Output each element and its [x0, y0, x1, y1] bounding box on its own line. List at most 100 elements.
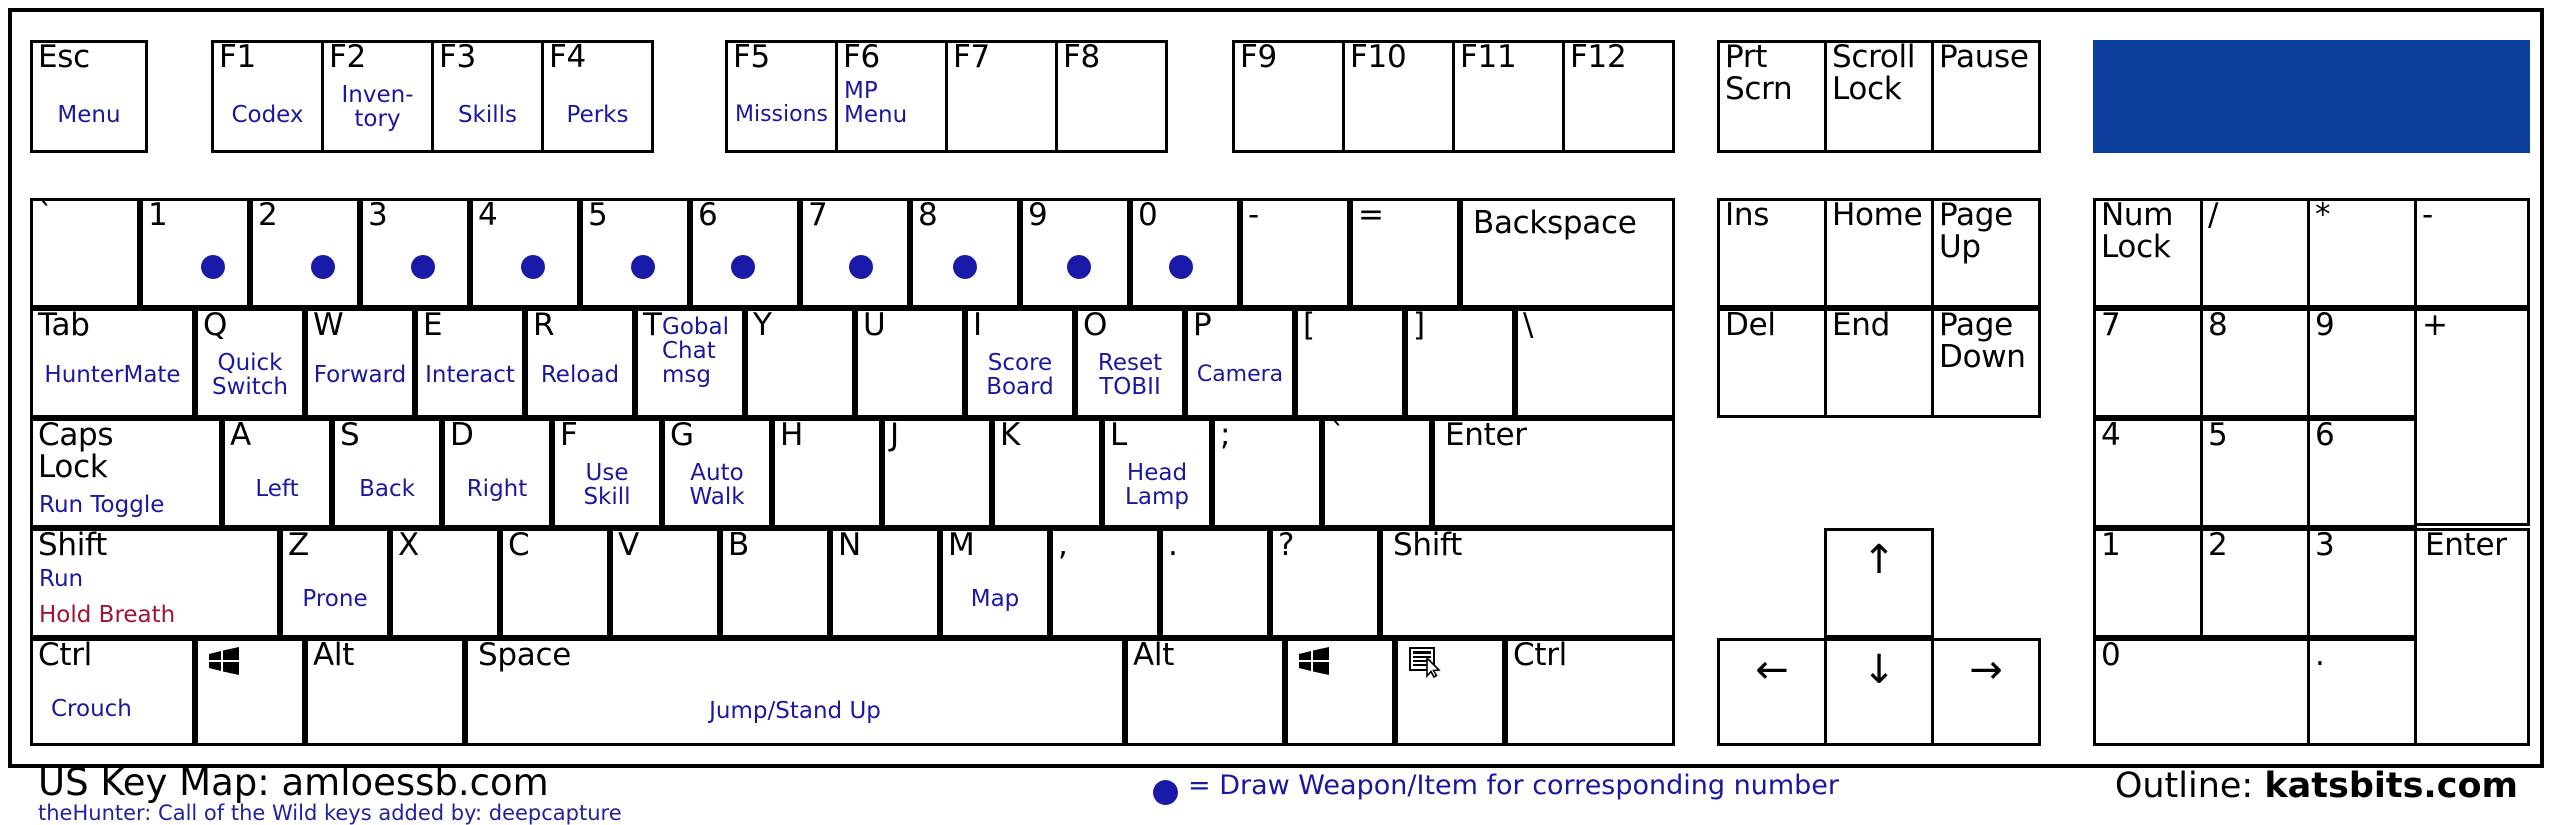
key-ctrl-right[interactable]: Ctrl [1505, 638, 1675, 746]
key-f5[interactable]: F5 Missions [725, 40, 838, 153]
key-num-lock[interactable]: Num Lock [2093, 198, 2203, 308]
key-f11[interactable]: F11 [1452, 40, 1565, 153]
key-q[interactable]: Q Quick Switch [195, 308, 305, 418]
key-alt-left[interactable]: Alt [305, 638, 465, 746]
key-numpad-8[interactable]: 8 [2200, 308, 2310, 418]
key-comma[interactable]: , [1050, 528, 1160, 638]
key-arrow-left[interactable]: ← [1717, 638, 1827, 746]
key-windows-left[interactable] [195, 638, 305, 746]
key-numpad-2[interactable]: 2 [2200, 528, 2310, 638]
key-home[interactable]: Home [1824, 198, 1934, 308]
key-caps-lock[interactable]: Caps Lock Run Toggle [30, 418, 222, 528]
key-p[interactable]: P Camera [1185, 308, 1295, 418]
key-f4[interactable]: F4 Perks [541, 40, 654, 153]
key-shift-right[interactable]: Shift [1380, 528, 1675, 638]
key-e[interactable]: E Interact [415, 308, 525, 418]
key-k[interactable]: K [992, 418, 1102, 528]
key-f12[interactable]: F12 [1562, 40, 1675, 153]
key-alt-right[interactable]: Alt [1125, 638, 1285, 746]
key-insert[interactable]: Ins [1717, 198, 1827, 308]
key-space[interactable]: Space Jump/Stand Up [465, 638, 1125, 746]
key-0[interactable]: 0 [1130, 198, 1240, 308]
key-numpad-6[interactable]: 6 [2307, 418, 2417, 528]
key-enter[interactable]: Enter [1432, 418, 1675, 528]
key-shift-left[interactable]: Shift Run Hold Breath [30, 528, 280, 638]
key-delete[interactable]: Del [1717, 308, 1827, 418]
key-numpad-plus[interactable]: + [2414, 308, 2530, 526]
key-minus[interactable]: - [1240, 198, 1350, 308]
key-r[interactable]: R Reload [525, 308, 635, 418]
key-numpad-0[interactable]: 0 [2093, 638, 2310, 746]
key-f3[interactable]: F3 Skills [431, 40, 544, 153]
key-d[interactable]: D Right [442, 418, 552, 528]
key-pause[interactable]: Pause [1931, 40, 2041, 153]
key-3[interactable]: 3 [360, 198, 470, 308]
key-numpad-9[interactable]: 9 [2307, 308, 2417, 418]
key-u[interactable]: U [855, 308, 965, 418]
key-9[interactable]: 9 [1020, 198, 1130, 308]
key-bracket-right[interactable]: ] [1405, 308, 1515, 418]
key-f9[interactable]: F9 [1232, 40, 1345, 153]
key-tab[interactable]: Tab HunterMate [30, 308, 195, 418]
key-backslash[interactable]: \ [1515, 308, 1675, 418]
key-f2[interactable]: F2 Inven- tory [321, 40, 434, 153]
key-z[interactable]: Z Prone [280, 528, 390, 638]
key-b[interactable]: B [720, 528, 830, 638]
key-numpad-1[interactable]: 1 [2093, 528, 2203, 638]
key-numpad-enter[interactable]: Enter [2414, 528, 2530, 746]
key-arrow-right[interactable]: → [1931, 638, 2041, 746]
key-5[interactable]: 5 [580, 198, 690, 308]
key-period[interactable]: . [1160, 528, 1270, 638]
key-page-up[interactable]: Page Up [1931, 198, 2041, 308]
key-f8[interactable]: F8 [1055, 40, 1168, 153]
key-semicolon[interactable]: ; [1212, 418, 1322, 528]
key-f10[interactable]: F10 [1342, 40, 1455, 153]
key-esc[interactable]: Esc Menu [30, 40, 148, 153]
key-7[interactable]: 7 [800, 198, 910, 308]
key-h[interactable]: H [772, 418, 882, 528]
key-scroll-lock[interactable]: Scroll Lock [1824, 40, 1934, 153]
key-numpad-multiply[interactable]: * [2307, 198, 2417, 308]
key-a[interactable]: A Left [222, 418, 332, 528]
key-f6[interactable]: F6 MP Menu [835, 40, 948, 153]
key-numpad-7[interactable]: 7 [2093, 308, 2203, 418]
key-ctrl-left[interactable]: Ctrl Crouch [30, 638, 195, 746]
key-j[interactable]: J [882, 418, 992, 528]
key-backtick[interactable]: ` [30, 198, 140, 308]
key-n[interactable]: N [830, 528, 940, 638]
key-v[interactable]: V [610, 528, 720, 638]
key-print-screen[interactable]: Prt Scrn [1717, 40, 1827, 153]
key-numpad-3[interactable]: 3 [2307, 528, 2417, 638]
key-numpad-decimal[interactable]: . [2307, 638, 2417, 746]
key-bracket-left[interactable]: [ [1295, 308, 1405, 418]
key-y[interactable]: Y [745, 308, 855, 418]
key-s[interactable]: S Back [332, 418, 442, 528]
key-numpad-minus[interactable]: - [2414, 198, 2530, 308]
key-numpad-divide[interactable]: / [2200, 198, 2310, 308]
key-8[interactable]: 8 [910, 198, 1020, 308]
key-f1[interactable]: F1 Codex [211, 40, 324, 153]
key-t[interactable]: T Gobal Chat msg [635, 308, 745, 418]
key-f7[interactable]: F7 [945, 40, 1058, 153]
key-page-down[interactable]: Page Down [1931, 308, 2041, 418]
key-windows-right[interactable] [1285, 638, 1395, 746]
key-arrow-down[interactable]: ↓ [1824, 638, 1934, 746]
key-m[interactable]: M Map [940, 528, 1050, 638]
key-w[interactable]: W Forward [305, 308, 415, 418]
key-context-menu[interactable] [1395, 638, 1505, 746]
key-end[interactable]: End [1824, 308, 1934, 418]
key-l[interactable]: L Head Lamp [1102, 418, 1212, 528]
key-slash[interactable]: ? [1270, 528, 1380, 638]
key-backspace[interactable]: Backspace [1460, 198, 1675, 308]
key-numpad-4[interactable]: 4 [2093, 418, 2203, 528]
key-o[interactable]: O Reset TOBII [1075, 308, 1185, 418]
key-g[interactable]: G Auto Walk [662, 418, 772, 528]
key-x[interactable]: X [390, 528, 500, 638]
key-i[interactable]: I Score Board [965, 308, 1075, 418]
key-c[interactable]: C [500, 528, 610, 638]
key-6[interactable]: 6 [690, 198, 800, 308]
key-1[interactable]: 1 [140, 198, 250, 308]
key-arrow-up[interactable]: ↑ [1824, 528, 1934, 638]
key-f[interactable]: F Use Skill [552, 418, 662, 528]
key-equals[interactable]: = [1350, 198, 1460, 308]
